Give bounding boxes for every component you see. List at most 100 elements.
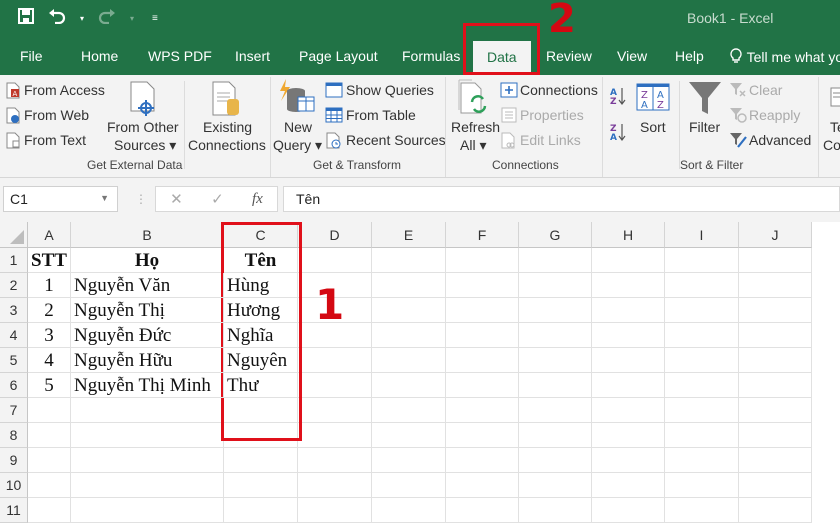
cell-j11[interactable]: [739, 498, 812, 523]
cell-j4[interactable]: [739, 323, 812, 348]
cell-f5[interactable]: [446, 348, 519, 373]
tab-page-layout[interactable]: Page Layout: [299, 48, 378, 64]
cell-d7[interactable]: [298, 398, 372, 423]
cell-e9[interactable]: [372, 448, 446, 473]
cell-d10[interactable]: [298, 473, 372, 498]
connections-button[interactable]: Connections: [520, 82, 598, 98]
enter-icon[interactable]: ✓: [211, 190, 224, 208]
cell-d5[interactable]: [298, 348, 372, 373]
formula-input[interactable]: Tên: [283, 186, 840, 212]
undo-dropdown-icon[interactable]: ▾: [80, 14, 84, 23]
save-icon[interactable]: [18, 8, 34, 29]
cell-i6[interactable]: [665, 373, 739, 398]
cell-b2[interactable]: Nguyễn Văn: [71, 273, 224, 298]
cell-g9[interactable]: [519, 448, 592, 473]
cell-i4[interactable]: [665, 323, 739, 348]
row-header-8[interactable]: 8: [0, 423, 28, 448]
tab-view[interactable]: View: [617, 48, 647, 64]
cell-j2[interactable]: [739, 273, 812, 298]
column-header-f[interactable]: F: [446, 222, 519, 248]
column-header-b[interactable]: B: [71, 222, 224, 248]
name-box[interactable]: C1 ▼: [3, 186, 118, 212]
cell-h3[interactable]: [592, 298, 665, 323]
cell-e6[interactable]: [372, 373, 446, 398]
tab-file[interactable]: File: [20, 48, 43, 64]
cell-h5[interactable]: [592, 348, 665, 373]
cell-f2[interactable]: [446, 273, 519, 298]
chevron-down-icon[interactable]: ▼: [100, 193, 109, 203]
cell-d6[interactable]: [298, 373, 372, 398]
cell-e4[interactable]: [372, 323, 446, 348]
cell-a5[interactable]: 4: [28, 348, 71, 373]
advanced-button[interactable]: Advanced: [749, 132, 811, 148]
cell-g5[interactable]: [519, 348, 592, 373]
cell-h4[interactable]: [592, 323, 665, 348]
cell-g2[interactable]: [519, 273, 592, 298]
cell-i5[interactable]: [665, 348, 739, 373]
cell-g3[interactable]: [519, 298, 592, 323]
cell-i9[interactable]: [665, 448, 739, 473]
cell-i3[interactable]: [665, 298, 739, 323]
row-header-2[interactable]: 2: [0, 273, 28, 298]
cell-f1[interactable]: [446, 248, 519, 273]
column-header-g[interactable]: G: [519, 222, 592, 248]
cell-i2[interactable]: [665, 273, 739, 298]
cell-f6[interactable]: [446, 373, 519, 398]
new-query-button[interactable]: New: [284, 119, 312, 135]
recent-sources-button[interactable]: Recent Sources: [346, 132, 446, 148]
cell-h9[interactable]: [592, 448, 665, 473]
cell-a6[interactable]: 5: [28, 373, 71, 398]
tell-me-box[interactable]: Tell me what yo: [729, 48, 840, 65]
column-header-d[interactable]: D: [298, 222, 372, 248]
cell-i11[interactable]: [665, 498, 739, 523]
from-text-button[interactable]: From Text: [24, 132, 86, 148]
show-queries-button[interactable]: Show Queries: [346, 82, 434, 98]
tab-review[interactable]: Review: [546, 48, 592, 64]
existing-connections-button[interactable]: Existing: [203, 119, 252, 135]
text-to-columns-label[interactable]: Co: [823, 137, 840, 153]
cell-i8[interactable]: [665, 423, 739, 448]
column-header-e[interactable]: E: [372, 222, 446, 248]
cell-j9[interactable]: [739, 448, 812, 473]
cell-h6[interactable]: [592, 373, 665, 398]
cell-d1[interactable]: [298, 248, 372, 273]
from-other-sources-button[interactable]: From Other: [107, 119, 179, 135]
cell-b10[interactable]: [71, 473, 224, 498]
cell-g10[interactable]: [519, 473, 592, 498]
cell-j10[interactable]: [739, 473, 812, 498]
cell-a1[interactable]: STT: [28, 248, 71, 273]
cell-a8[interactable]: [28, 423, 71, 448]
cell-i10[interactable]: [665, 473, 739, 498]
cell-e8[interactable]: [372, 423, 446, 448]
cell-a2[interactable]: 1: [28, 273, 71, 298]
cell-j7[interactable]: [739, 398, 812, 423]
cell-g7[interactable]: [519, 398, 592, 423]
cell-b11[interactable]: [71, 498, 224, 523]
tab-help[interactable]: Help: [675, 48, 704, 64]
existing-connections-label[interactable]: Connections: [188, 137, 266, 153]
cell-b6[interactable]: Nguyễn Thị Minh: [71, 373, 224, 398]
from-web-button[interactable]: From Web: [24, 107, 89, 123]
row-header-11[interactable]: 11: [0, 498, 28, 523]
cell-g4[interactable]: [519, 323, 592, 348]
resize-handle[interactable]: ⋮: [135, 192, 147, 206]
sort-button[interactable]: Sort: [640, 119, 666, 135]
cell-e7[interactable]: [372, 398, 446, 423]
cell-j1[interactable]: [739, 248, 812, 273]
cell-i1[interactable]: [665, 248, 739, 273]
cell-j8[interactable]: [739, 423, 812, 448]
sort-a-to-z-icon[interactable]: AZ: [610, 86, 626, 109]
cell-f10[interactable]: [446, 473, 519, 498]
undo-icon[interactable]: [48, 8, 66, 29]
cell-g6[interactable]: [519, 373, 592, 398]
cell-h2[interactable]: [592, 273, 665, 298]
cancel-icon[interactable]: ✕: [170, 190, 183, 208]
row-header-10[interactable]: 10: [0, 473, 28, 498]
cell-a10[interactable]: [28, 473, 71, 498]
cell-c10[interactable]: [224, 473, 298, 498]
new-query-label[interactable]: Query ▾: [273, 137, 322, 154]
cell-h1[interactable]: [592, 248, 665, 273]
cell-e5[interactable]: [372, 348, 446, 373]
row-header-9[interactable]: 9: [0, 448, 28, 473]
cell-f11[interactable]: [446, 498, 519, 523]
